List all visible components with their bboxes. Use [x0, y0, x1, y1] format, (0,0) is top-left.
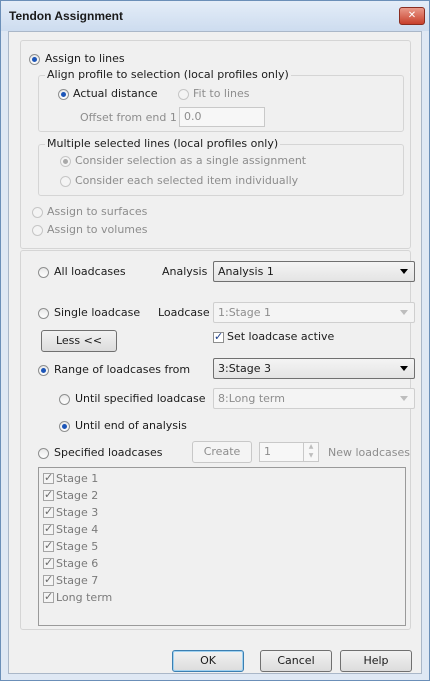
list-item-label: Long term [56, 591, 113, 604]
create-count-stepper[interactable]: 1 ▲ ▼ [259, 442, 319, 462]
dialog-body: Assign to lines Align profile to selecti… [8, 31, 422, 674]
all-loadcases-radio[interactable] [38, 267, 49, 278]
list-item-checkbox[interactable] [43, 573, 54, 586]
set-active-checkbox[interactable] [213, 330, 224, 343]
list-item-checkbox[interactable] [43, 488, 54, 501]
list-item-checkbox[interactable] [43, 505, 54, 518]
specified-loadcases-label: Specified loadcases [54, 446, 163, 459]
range-from-value: 3:Stage 3 [218, 362, 271, 375]
loadcase-select[interactable]: 1:Stage 1 [213, 302, 415, 323]
until-specified-select[interactable]: 8:Long term [213, 388, 415, 409]
list-item[interactable]: Stage 3 [43, 505, 99, 522]
chevron-down-icon [400, 396, 408, 401]
range-label: Range of loadcases from [54, 363, 191, 376]
list-item-checkbox[interactable] [43, 522, 54, 535]
assign-to-volumes-radio[interactable] [32, 225, 43, 236]
list-item[interactable]: Stage 1 [43, 471, 99, 488]
individually-label: Consider each selected item individually [75, 174, 299, 187]
list-item-checkbox[interactable] [43, 471, 54, 484]
single-assignment-label: Consider selection as a single assignmen… [75, 154, 307, 167]
actual-distance-label: Actual distance [73, 87, 158, 100]
spinner[interactable]: ▲ ▼ [303, 442, 318, 462]
actual-distance-radio[interactable] [58, 89, 69, 100]
fit-to-lines-radio[interactable] [178, 89, 189, 100]
individually-radio[interactable] [60, 176, 71, 187]
list-item[interactable]: Stage 4 [43, 522, 99, 539]
assign-to-surfaces-radio[interactable] [32, 207, 43, 218]
loadcase-list[interactable]: Stage 1 Stage 2 Stage 3 Stage 4 Stage 5 Stage… [38, 467, 406, 626]
list-item-label: Stage 5 [56, 540, 99, 553]
fit-to-lines-label: Fit to lines [193, 87, 250, 100]
range-radio[interactable] [38, 365, 49, 376]
list-item-label: Stage 1 [56, 472, 99, 485]
assign-to-lines-radio[interactable] [29, 54, 40, 65]
ok-button[interactable]: OK [172, 650, 244, 672]
assign-to-volumes-label: Assign to volumes [47, 223, 148, 236]
tendon-assignment-dialog: Tendon Assignment ✕ Assign to lines Alig… [0, 0, 430, 681]
set-active-label: Set loadcase active [227, 330, 335, 343]
align-profile-legend: Align profile to selection (local profil… [45, 68, 291, 81]
create-button[interactable]: Create [192, 441, 252, 463]
list-item-label: Stage 7 [56, 574, 99, 587]
analysis-value: Analysis 1 [218, 265, 274, 278]
until-specified-value: 8:Long term [218, 392, 285, 405]
chevron-down-icon [400, 269, 408, 274]
list-item-checkbox[interactable] [43, 556, 54, 569]
analysis-label: Analysis [162, 265, 208, 278]
until-end-radio[interactable] [59, 421, 70, 432]
until-specified-radio[interactable] [59, 394, 70, 405]
specified-loadcases-radio[interactable] [38, 448, 49, 459]
multiple-lines-group [38, 144, 404, 196]
list-item[interactable]: Stage 5 [43, 539, 99, 556]
create-count-value: 1 [264, 445, 271, 458]
analysis-select[interactable]: Analysis 1 [213, 261, 415, 282]
close-icon[interactable]: ✕ [399, 7, 425, 25]
until-end-label: Until end of analysis [75, 419, 187, 432]
list-item-checkbox[interactable] [43, 539, 54, 552]
title-bar: Tendon Assignment ✕ [1, 1, 429, 31]
list-item-label: Stage 3 [56, 506, 99, 519]
range-from-select[interactable]: 3:Stage 3 [213, 358, 415, 379]
help-button[interactable]: Help [340, 650, 412, 672]
single-assignment-radio[interactable] [60, 156, 71, 167]
chevron-down-icon [400, 310, 408, 315]
list-item-label: Stage 4 [56, 523, 99, 536]
offset-label: Offset from end 1 [80, 111, 177, 124]
assign-to-surfaces-label: Assign to surfaces [47, 205, 148, 218]
spin-down-icon[interactable]: ▼ [304, 451, 318, 460]
list-item-checkbox[interactable] [43, 590, 54, 603]
list-item[interactable]: Stage 6 [43, 556, 99, 573]
all-loadcases-label: All loadcases [54, 265, 126, 278]
new-loadcases-label: New loadcases [328, 446, 411, 459]
cancel-button[interactable]: Cancel [260, 650, 332, 672]
chevron-down-icon [400, 366, 408, 371]
offset-input[interactable]: 0.0 [179, 107, 265, 127]
multiple-lines-legend: Multiple selected lines (local profiles … [45, 137, 281, 150]
loadcase-value: 1:Stage 1 [218, 306, 271, 319]
loadcase-label: Loadcase [158, 306, 210, 319]
assign-to-lines-label: Assign to lines [45, 52, 125, 65]
less-button[interactable]: Less << [41, 330, 117, 352]
dialog-title: Tendon Assignment [9, 9, 123, 23]
until-specified-label: Until specified loadcase [75, 392, 206, 405]
list-item[interactable]: Stage 2 [43, 488, 99, 505]
single-loadcase-radio[interactable] [38, 308, 49, 319]
list-item[interactable]: Stage 7 [43, 573, 99, 590]
single-loadcase-label: Single loadcase [54, 306, 141, 319]
list-item-label: Stage 2 [56, 489, 99, 502]
list-item[interactable]: Long term [43, 590, 113, 607]
list-item-label: Stage 6 [56, 557, 99, 570]
spin-up-icon[interactable]: ▲ [304, 442, 318, 451]
